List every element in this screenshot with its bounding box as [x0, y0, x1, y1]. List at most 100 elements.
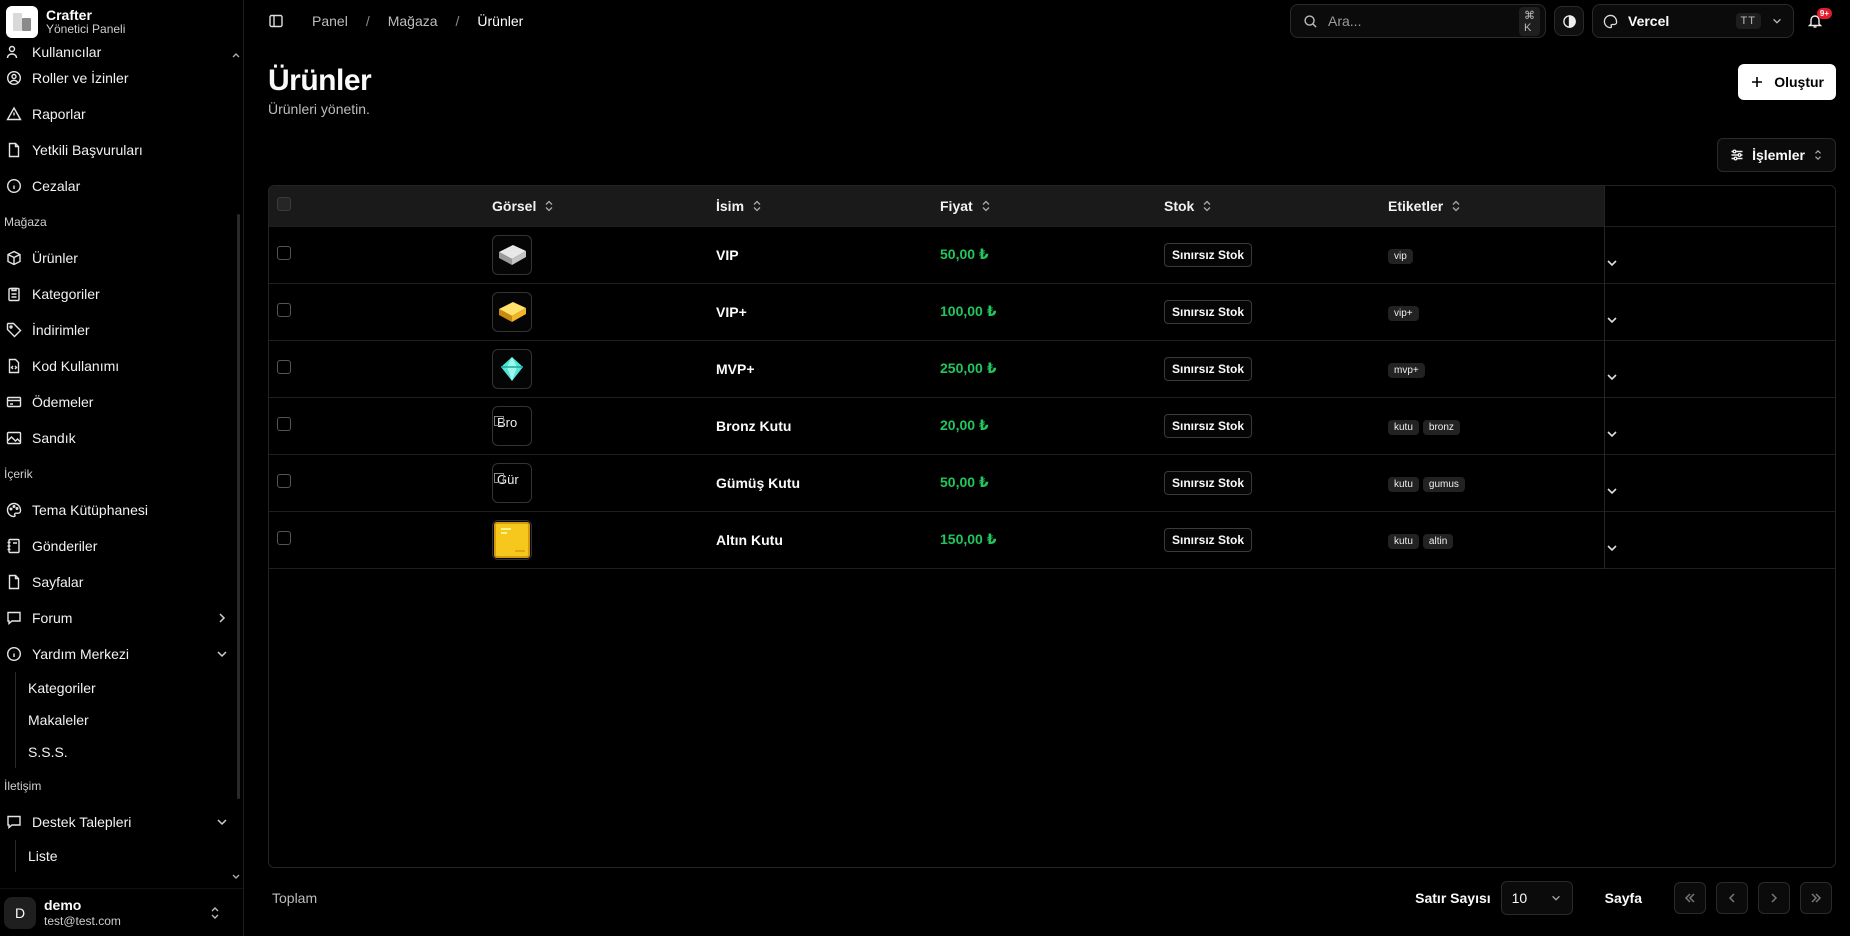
page-title: Ürünler: [268, 64, 372, 97]
last-page-button[interactable]: [1800, 882, 1832, 914]
prev-page-button[interactable]: [1716, 882, 1748, 914]
column-header-stock[interactable]: Stok: [1164, 198, 1388, 214]
column-header-price[interactable]: Fiyat: [940, 198, 1164, 214]
broken-image-icon: [494, 472, 504, 483]
scroll-down-icon[interactable]: [231, 872, 241, 882]
row-checkbox[interactable]: [277, 417, 291, 431]
sidebar-subitem-articles[interactable]: Makaleler: [28, 704, 235, 736]
product-image-diamond: [492, 348, 532, 389]
group-label-content: İçerik: [4, 467, 33, 481]
row-expand-chevron-icon[interactable]: [1605, 256, 1836, 270]
sidebar-item-code-usage[interactable]: Kod Kullanımı: [0, 348, 235, 384]
create-button[interactable]: Oluştur: [1738, 64, 1836, 100]
product-image-iron-ingot: [492, 234, 532, 275]
tag-icon: [6, 322, 22, 338]
sort-icon: [544, 200, 554, 212]
warning-triangle-icon: [6, 106, 22, 122]
column-header-actions: [1603, 186, 1835, 226]
row-checkbox[interactable]: [277, 474, 291, 488]
row-expand-chevron-icon[interactable]: [1605, 484, 1836, 498]
stock-badge: Sınırsız Stok: [1164, 527, 1253, 552]
sidebar-item-forum[interactable]: Forum: [0, 600, 235, 636]
table-header-row: Görsel İsim Fiyat Stok Etiketler: [269, 186, 1835, 226]
breadcrumb-panel[interactable]: Panel: [312, 13, 348, 29]
theme-toggle-button[interactable]: [1554, 6, 1584, 36]
code-file-icon: [6, 358, 22, 374]
chevron-down-icon: [1771, 15, 1783, 27]
sidebar-item-pages[interactable]: Sayfalar: [0, 564, 235, 600]
sidebar-subitem-help-categories[interactable]: Kategoriler: [28, 672, 235, 704]
sidebar-item-crate[interactable]: Sandık: [0, 420, 235, 456]
row-checkbox[interactable]: [277, 531, 291, 545]
table-row[interactable]: Altın Kutu 150,00 ₺ Sınırsız Stok kutu al…: [269, 511, 1835, 568]
sidebar-item-support-tickets[interactable]: Destek Talepleri: [0, 804, 235, 840]
user-menu[interactable]: D demo test@test.com: [0, 888, 243, 936]
sidebar-item-help-center[interactable]: Yardım Merkezi: [0, 636, 235, 672]
column-header-label: Fiyat: [940, 197, 973, 214]
sidebar-item-users[interactable]: Kullanıcılar: [0, 44, 235, 60]
product-name: VIP: [716, 246, 739, 263]
sidebar-item-theme-library[interactable]: Tema Kütüphanesi: [0, 492, 235, 528]
table-row[interactable]: VIP+ 100,00 ₺ Sınırsız Stok vip+: [269, 283, 1835, 340]
sidebar-item-payments[interactable]: Ödemeler: [0, 384, 235, 420]
team-switcher[interactable]: Vercel TT: [1592, 4, 1794, 38]
column-header-name[interactable]: İsim: [716, 198, 940, 214]
sidebar-item-discounts[interactable]: İndirimler: [0, 312, 235, 348]
sidebar-subitem-faq[interactable]: S.S.S.: [28, 736, 235, 768]
sidebar: Crafter Yönetici Paneli Kullanıcılar Rol…: [0, 0, 244, 936]
product-price: 100,00 ₺: [940, 303, 997, 319]
table-row[interactable]: MVP+ 250,00 ₺ Sınırsız Stok mvp+: [269, 340, 1835, 397]
help-center-submenu: Kategoriler Makaleler S.S.S.: [15, 672, 235, 768]
chevrons-up-down-icon: [1813, 149, 1823, 161]
row-checkbox[interactable]: [277, 246, 291, 260]
tag-badge: kutu: [1388, 476, 1419, 492]
sidebar-item-label: İndirimler: [32, 322, 90, 338]
sidebar-item-posts[interactable]: Gönderiler: [0, 528, 235, 564]
products-table: Görsel İsim Fiyat Stok Etiketler VIP 50,…: [268, 185, 1836, 868]
sidebar-item-staff-applications[interactable]: Yetkili Başvuruları: [0, 132, 235, 168]
chevrons-up-down-icon: [209, 906, 221, 920]
sidebar-scrollbar[interactable]: [237, 214, 240, 799]
brand[interactable]: Crafter Yönetici Paneli: [0, 0, 243, 44]
table-row[interactable]: VIP 50,00 ₺ Sınırsız Stok vip: [269, 226, 1835, 283]
search-input[interactable]: [1328, 13, 1509, 29]
sort-icon: [1202, 200, 1212, 212]
sidebar-item-products[interactable]: Ürünler: [0, 240, 235, 276]
column-header-image[interactable]: Görsel: [492, 198, 716, 214]
column-header-tags[interactable]: Etiketler: [1388, 198, 1604, 214]
chevron-down-icon: [1550, 892, 1562, 904]
table-row[interactable]: Gür Gümüş Kutu 50,00 ₺ Sınırsız Stok kut…: [269, 454, 1835, 511]
row-checkbox[interactable]: [277, 360, 291, 374]
row-expand-chevron-icon[interactable]: [1605, 370, 1836, 384]
sidebar-toggle-icon[interactable]: [268, 13, 284, 29]
sidebar-item-label: Cezalar: [32, 178, 81, 194]
product-image-broken: Gür: [492, 462, 532, 503]
sidebar-item-reports[interactable]: Raporlar: [0, 96, 235, 132]
sidebar-subitem-list[interactable]: Liste: [28, 840, 235, 872]
notifications-button[interactable]: 9+: [1802, 6, 1832, 36]
sidebar-item-categories[interactable]: Kategoriler: [0, 276, 235, 312]
sidebar-item-punishments[interactable]: Cezalar: [0, 168, 235, 204]
rows-per-page-select[interactable]: 10: [1500, 881, 1573, 915]
actions-button[interactable]: İşlemler: [1717, 138, 1836, 172]
main: Panel / Mağaza / Ürünler ⌘ K Vercel: [244, 0, 1850, 936]
search-box[interactable]: ⌘ K: [1290, 4, 1546, 38]
row-expand-chevron-icon[interactable]: [1605, 313, 1836, 327]
sidebar-item-roles[interactable]: Roller ve İzinler: [0, 60, 235, 96]
select-all-checkbox[interactable]: [277, 197, 291, 212]
next-page-button[interactable]: [1758, 882, 1790, 914]
table-row[interactable]: Bro Bronz Kutu 20,00 ₺ Sınırsız Stok kut…: [269, 397, 1835, 454]
scroll-up-icon[interactable]: [231, 50, 241, 60]
row-checkbox[interactable]: [277, 303, 291, 317]
breadcrumb-separator: /: [455, 13, 460, 29]
breadcrumb-store[interactable]: Mağaza: [388, 13, 438, 29]
user-name: demo: [44, 896, 82, 913]
sort-icon: [1451, 200, 1461, 212]
sidebar-item-label: Kullanıcılar: [32, 44, 102, 60]
first-page-button[interactable]: [1674, 882, 1706, 914]
row-expand-chevron-icon[interactable]: [1605, 427, 1836, 441]
clipboard-icon: [6, 286, 22, 302]
brand-logo-icon: [6, 6, 38, 38]
column-header-label: Görsel: [492, 197, 537, 214]
row-expand-chevron-icon[interactable]: [1605, 541, 1836, 555]
